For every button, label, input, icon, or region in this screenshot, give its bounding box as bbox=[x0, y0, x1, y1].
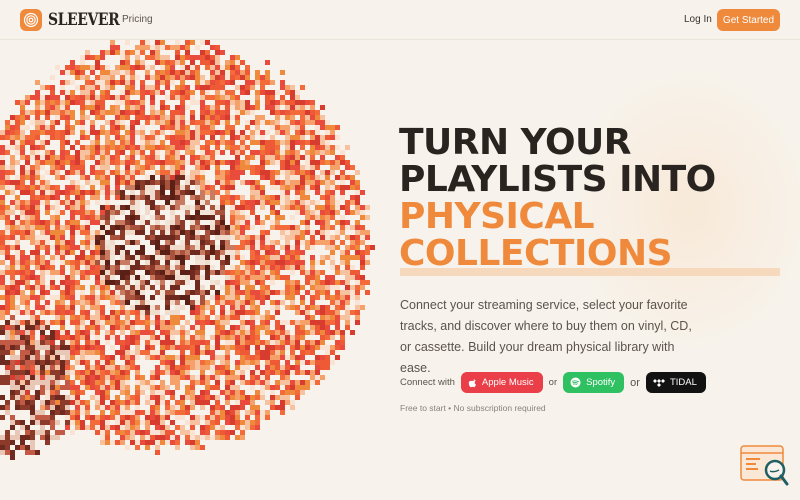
tidal-button[interactable]: TIDAL bbox=[645, 372, 706, 393]
or-separator-1: or bbox=[548, 377, 558, 388]
login-link[interactable]: Log In bbox=[684, 14, 712, 25]
hero-description: Connect your streaming service, select y… bbox=[400, 298, 692, 375]
site-header: SLEEVER Pricing Log In Get Started bbox=[0, 0, 800, 40]
headline-line-1: TURN YOUR bbox=[399, 122, 632, 163]
spotify-label: Spotify bbox=[586, 377, 616, 388]
tidal-label: TIDAL bbox=[669, 377, 697, 388]
apple-music-label: Apple Music bbox=[481, 377, 534, 388]
spotify-button[interactable]: Spotify bbox=[563, 372, 625, 393]
get-started-button[interactable]: Get Started bbox=[717, 9, 780, 31]
pricing-footnote: Free to start • No subscription required bbox=[400, 403, 546, 413]
connect-services-row: Connect with Apple Music or Spotify or T… bbox=[400, 372, 706, 393]
brand-logo[interactable]: SLEEVER bbox=[20, 9, 135, 31]
apple-music-button[interactable]: Apple Music bbox=[460, 372, 543, 393]
headline-line-2: PLAYLISTS INTO bbox=[399, 159, 716, 200]
brand-name: SLEEVER bbox=[48, 10, 120, 30]
or-separator-2: or bbox=[630, 376, 640, 389]
apple-icon bbox=[468, 378, 477, 388]
search-widget-icon[interactable] bbox=[740, 444, 790, 488]
vinyl-record-image bbox=[0, 40, 375, 460]
hero-headline: TURN YOUR PLAYLISTS INTO PHYSICAL COLLEC… bbox=[399, 124, 789, 272]
headline-line-3: PHYSICAL bbox=[399, 196, 595, 237]
nav-link-pricing[interactable]: Pricing bbox=[122, 14, 153, 25]
headline-line-4: COLLECTIONS bbox=[399, 233, 673, 274]
spotify-icon bbox=[570, 377, 581, 388]
vinyl-logo-icon bbox=[20, 9, 42, 31]
connect-label: Connect with bbox=[400, 377, 455, 388]
pixelated-vinyl-illustration bbox=[0, 40, 390, 500]
tidal-icon bbox=[652, 378, 665, 387]
